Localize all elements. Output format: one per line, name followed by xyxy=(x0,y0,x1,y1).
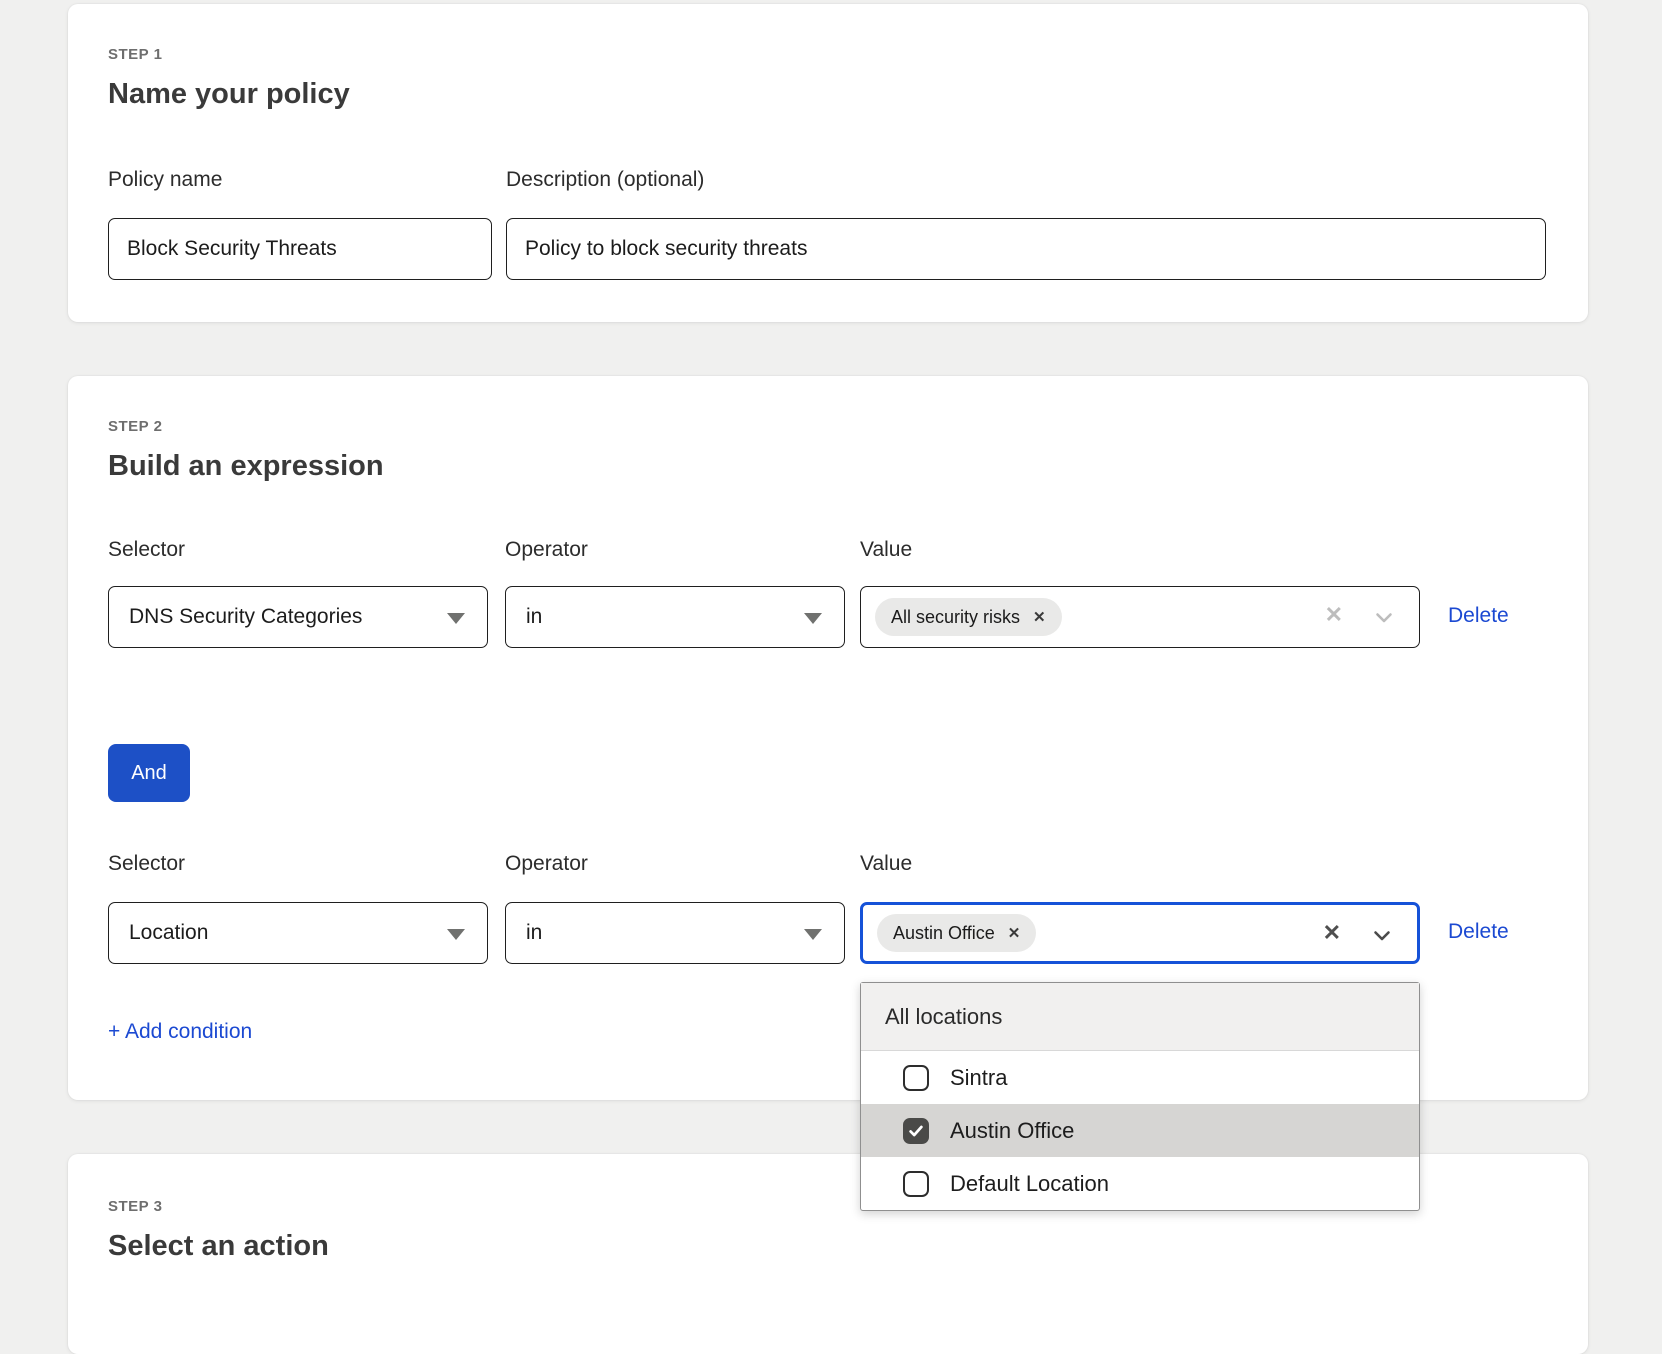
checkbox-icon[interactable] xyxy=(903,1065,929,1091)
policy-name-label: Policy name xyxy=(108,168,222,192)
operator-dropdown-value: in xyxy=(526,921,542,945)
value-tag-label: All security risks xyxy=(891,607,1020,628)
dropdown-option-austin-office[interactable]: Austin Office xyxy=(861,1104,1419,1157)
step3-title: Select an action xyxy=(108,1230,329,1263)
add-condition-link[interactable]: + Add condition xyxy=(108,1020,252,1044)
dropdown-option-sintra[interactable]: Sintra xyxy=(861,1051,1419,1104)
selector-dropdown[interactable]: DNS Security Categories xyxy=(108,586,488,648)
value-tag-label: Austin Office xyxy=(893,923,995,944)
step2-label: STEP 2 xyxy=(108,418,162,435)
tag-remove-icon[interactable]: ✕ xyxy=(1008,924,1021,942)
and-button[interactable]: And xyxy=(108,744,190,802)
step1-title: Name your policy xyxy=(108,78,350,111)
selector-dropdown-value: Location xyxy=(129,921,208,945)
clear-field-icon[interactable]: ✕ xyxy=(1323,920,1341,946)
value-multiselect[interactable]: Austin Office ✕ ✕ xyxy=(860,902,1420,964)
dropdown-arrow-icon xyxy=(804,929,822,940)
step1-card: STEP 1 Name your policy Policy name Desc… xyxy=(68,4,1588,322)
dropdown-header-all-locations[interactable]: All locations xyxy=(861,983,1419,1051)
chevron-down-icon[interactable] xyxy=(1373,607,1395,629)
value-multiselect[interactable]: All security risks ✕ ✕ xyxy=(860,586,1420,648)
clear-field-icon[interactable]: ✕ xyxy=(1325,602,1343,628)
description-label: Description (optional) xyxy=(506,168,704,192)
value-dropdown-menu: All locations Sintra Austin Office Defau… xyxy=(860,982,1420,1211)
step1-label: STEP 1 xyxy=(108,46,162,63)
description-input[interactable] xyxy=(506,218,1546,280)
delete-row-link[interactable]: Delete xyxy=(1448,604,1509,628)
dropdown-arrow-icon xyxy=(447,929,465,940)
selector-label: Selector xyxy=(108,852,185,876)
step2-title: Build an expression xyxy=(108,450,384,483)
dropdown-option-default-location[interactable]: Default Location xyxy=(861,1157,1419,1210)
dropdown-option-label: Austin Office xyxy=(950,1118,1074,1144)
selector-dropdown[interactable]: Location xyxy=(108,902,488,964)
dropdown-option-label: Sintra xyxy=(950,1065,1007,1091)
chevron-down-icon[interactable] xyxy=(1371,925,1393,947)
operator-dropdown[interactable]: in xyxy=(505,902,845,964)
operator-label: Operator xyxy=(505,538,588,562)
checkbox-icon[interactable] xyxy=(903,1118,929,1144)
value-tag: All security risks ✕ xyxy=(875,598,1062,636)
dropdown-option-label: Default Location xyxy=(950,1171,1109,1197)
checkbox-icon[interactable] xyxy=(903,1171,929,1197)
operator-label: Operator xyxy=(505,852,588,876)
selector-label: Selector xyxy=(108,538,185,562)
value-label: Value xyxy=(860,852,912,876)
dropdown-arrow-icon xyxy=(804,613,822,624)
tag-remove-icon[interactable]: ✕ xyxy=(1033,608,1046,626)
dropdown-arrow-icon xyxy=(447,613,465,624)
value-label: Value xyxy=(860,538,912,562)
selector-dropdown-value: DNS Security Categories xyxy=(129,605,362,629)
step3-label: STEP 3 xyxy=(108,1198,162,1215)
operator-dropdown[interactable]: in xyxy=(505,586,845,648)
operator-dropdown-value: in xyxy=(526,605,542,629)
policy-name-input[interactable] xyxy=(108,218,492,280)
delete-row-link[interactable]: Delete xyxy=(1448,920,1509,944)
value-tag: Austin Office ✕ xyxy=(877,914,1036,952)
